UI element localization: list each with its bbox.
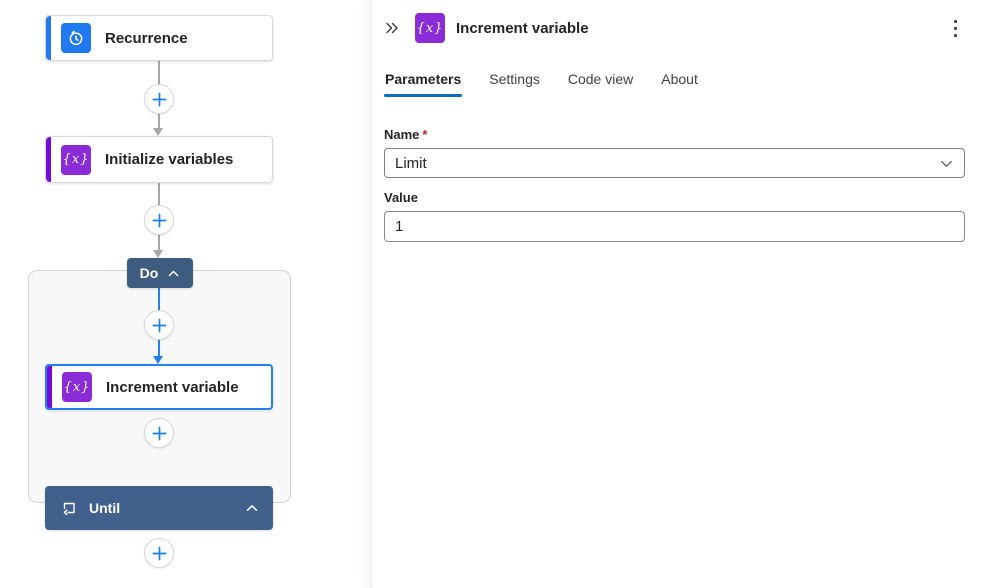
name-dropdown[interactable]: Limit [384, 148, 965, 178]
node-accent-bar [46, 16, 51, 60]
node-initialize-variables[interactable]: {x} Initialize variables [45, 136, 273, 183]
variable-icon: {x} [415, 13, 445, 43]
variable-icon: {x} [61, 145, 91, 175]
connector-arrow [153, 250, 163, 258]
chevron-up-icon[interactable] [167, 267, 180, 280]
collapse-panel-button[interactable] [380, 16, 404, 40]
value-field-label: Value [384, 190, 965, 205]
panel-title: Increment variable [456, 20, 589, 37]
parameters-form: Name* Limit Value [372, 97, 981, 242]
tab-settings[interactable]: Settings [488, 65, 541, 97]
until-scope-header[interactable]: Until [45, 486, 273, 530]
tab-code-view[interactable]: Code view [567, 65, 634, 97]
connector-arrow-active [153, 356, 163, 364]
details-panel: {x} Increment variable Parameters Settin… [371, 0, 981, 588]
insert-step-button[interactable] [144, 418, 174, 448]
connector-arrow [153, 128, 163, 136]
node-accent-bar [46, 137, 51, 182]
insert-step-button[interactable] [144, 84, 174, 114]
name-field-label: Name* [384, 127, 965, 142]
tab-about[interactable]: About [660, 65, 699, 97]
node-label: Increment variable [106, 379, 239, 396]
required-marker: * [422, 127, 427, 142]
flow-designer: Recurrence {x} Initialize variables Do [0, 0, 981, 588]
node-label: Recurrence [105, 30, 188, 47]
do-until-loop-icon [61, 500, 77, 516]
kebab-menu-icon[interactable] [943, 15, 967, 41]
node-recurrence[interactable]: Recurrence [45, 15, 273, 61]
panel-tabs: Parameters Settings Code view About [384, 65, 981, 97]
chevron-up-icon[interactable] [245, 501, 259, 515]
do-scope-header[interactable]: Do [127, 258, 193, 288]
clock-icon [61, 23, 91, 53]
node-increment-variable[interactable]: {x} Increment variable [45, 364, 273, 410]
flow-canvas[interactable]: Recurrence {x} Initialize variables Do [0, 0, 371, 588]
node-label: Initialize variables [105, 151, 233, 168]
insert-step-button[interactable] [144, 205, 174, 235]
tab-parameters[interactable]: Parameters [384, 65, 462, 97]
insert-step-button[interactable] [144, 310, 174, 340]
variable-icon: {x} [62, 372, 92, 402]
name-dropdown-value: Limit [395, 155, 427, 172]
panel-header: {x} Increment variable [372, 0, 981, 43]
value-input[interactable] [384, 211, 965, 242]
until-scope-label: Until [89, 500, 120, 516]
insert-step-button[interactable] [144, 538, 174, 568]
do-scope-label: Do [140, 265, 159, 281]
node-accent-bar [47, 366, 52, 408]
chevron-down-icon [939, 156, 954, 171]
